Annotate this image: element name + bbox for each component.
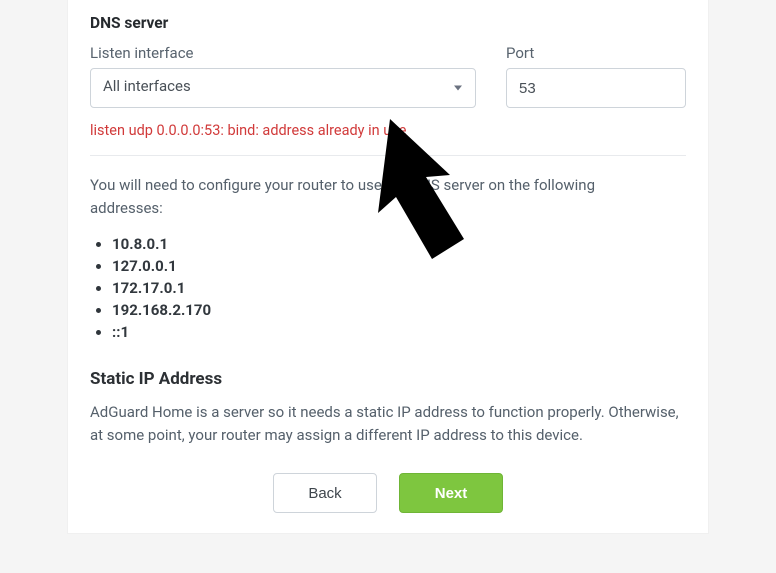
list-item: 192.168.2.170 xyxy=(112,301,686,319)
row-interface-port: Listen interface All interfaces Port xyxy=(90,44,686,108)
next-button[interactable]: Next xyxy=(399,473,503,513)
config-instructions: You will need to configure your router t… xyxy=(90,174,686,221)
static-ip-body: AdGuard Home is a server so it needs a s… xyxy=(90,401,686,448)
col-port: Port xyxy=(506,44,686,108)
setup-card: DNS server Listen interface All interfac… xyxy=(68,0,708,533)
list-item: 10.8.0.1 xyxy=(112,235,686,253)
address-list: 10.8.0.1 127.0.0.1 172.17.0.1 192.168.2.… xyxy=(90,235,686,341)
instruction-part-1: You will need to configure your xyxy=(90,176,297,194)
bind-error-text: listen udp 0.0.0.0:53: bind: address alr… xyxy=(90,122,686,139)
listen-interface-label: Listen interface xyxy=(90,44,476,62)
list-item: 127.0.0.1 xyxy=(112,257,686,275)
ip-value: 172.17.0.1 xyxy=(112,279,185,297)
col-interface: Listen interface All interfaces xyxy=(90,44,476,108)
wizard-buttons: Back Next xyxy=(90,473,686,513)
port-input[interactable] xyxy=(506,68,686,108)
dns-server-heading: DNS server xyxy=(90,14,686,32)
back-button[interactable]: Back xyxy=(273,473,377,513)
ip-value: 192.168.2.170 xyxy=(112,301,211,319)
list-item: 172.17.0.1 xyxy=(112,279,686,297)
list-item: ::1 xyxy=(112,323,686,341)
port-label: Port xyxy=(506,44,686,62)
static-ip-heading: Static IP Address xyxy=(90,369,686,389)
ip-value: 127.0.0.1 xyxy=(112,257,177,275)
listen-interface-value[interactable]: All interfaces xyxy=(90,68,476,108)
listen-interface-select[interactable]: All interfaces xyxy=(90,68,476,108)
ip-value: ::1 xyxy=(112,323,129,341)
instruction-part-2: router to use the DNS server on the foll… xyxy=(297,176,595,194)
ip-value: 10.8.0.1 xyxy=(112,235,168,253)
divider xyxy=(90,155,686,156)
instruction-part-3: addresses: xyxy=(90,199,163,217)
